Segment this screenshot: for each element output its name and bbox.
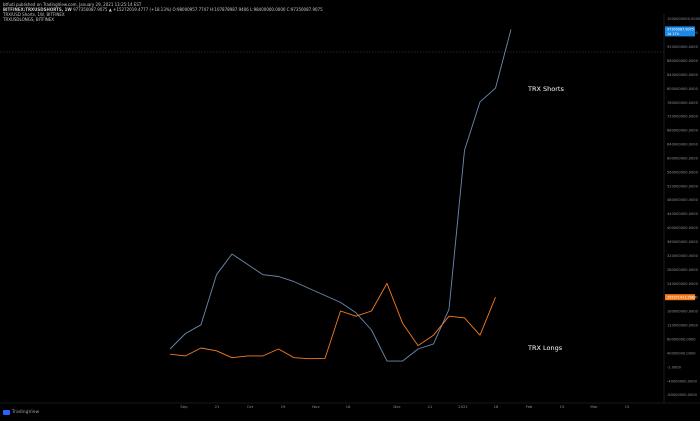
x-tick-label: Oct <box>247 404 254 409</box>
y-tick-label: 280000000.0000 <box>667 268 699 272</box>
x-tick-label: 16 <box>346 404 351 409</box>
y-tick-label: 80000000.0000 <box>667 338 696 342</box>
y-tick-label: 320000000.0000 <box>667 254 699 258</box>
x-tick-label: 21 <box>215 404 220 409</box>
x-tick-label: Dec <box>393 404 400 409</box>
longs-price-value: 195371411.9982 <box>667 295 696 299</box>
y-tick-label: 120000000.0000 <box>667 324 699 328</box>
y-tick-label: 600000000.0000 <box>667 157 699 161</box>
y-tick-label: 360000000.0000 <box>667 240 699 244</box>
price-chart[interactable]: 1000000000.0000960000000.0000920000000.0… <box>0 0 700 421</box>
price-tags: 97350087.90751d 17h 195371411.9982 <box>665 26 696 301</box>
series-line-longs <box>169 282 496 360</box>
x-tick-label: Mar <box>590 404 598 409</box>
y-tick-label: 480000000.0000 <box>667 198 699 202</box>
y-tick-label: -80000000.0000 <box>667 393 698 397</box>
shorts-price-countdown: 1d 17h <box>667 32 679 36</box>
y-tick-label: 800000000.0000 <box>667 87 699 91</box>
x-tick-label: Sep <box>180 404 188 409</box>
y-tick-label: 1000000000.0000 <box>667 17 700 21</box>
y-tick-label: 160000000.0000 <box>667 310 699 314</box>
x-tick-label: 2021 <box>458 404 468 409</box>
y-tick-label: 560000000.0000 <box>667 170 699 174</box>
y-tick-label: 640000000.0000 <box>667 143 699 147</box>
y-tick-label: -40000000.0000 <box>667 379 698 383</box>
shorts-price-value: 97350087.9075 <box>667 27 694 31</box>
x-tick-label: 21 <box>428 404 433 409</box>
y-tick-label: 920000000.0000 <box>667 45 699 49</box>
y-tick-label: 520000000.0000 <box>667 184 699 188</box>
y-tick-label: 720000000.0000 <box>667 115 699 119</box>
x-tick-label: 19 <box>281 404 286 409</box>
y-tick-label: 880000000.0000 <box>667 59 699 63</box>
x-tick-label: Feb <box>526 404 533 409</box>
y-tick-label: 680000000.0000 <box>667 129 699 133</box>
y-tick-label: 840000000.0000 <box>667 73 699 77</box>
x-tick-label: 15 <box>560 404 565 409</box>
x-tick-label: 18 <box>494 404 499 409</box>
y-tick-label: 400000000.0000 <box>667 226 699 230</box>
price-axis[interactable]: 1000000000.0000960000000.0000920000000.0… <box>667 17 700 397</box>
y-tick-label: 760000000.0000 <box>667 101 699 105</box>
tradingview-logo-icon <box>3 410 10 415</box>
brand-label: TradingView <box>12 410 40 415</box>
footer: TradingView <box>3 410 39 415</box>
x-tick-label: 15 <box>625 404 630 409</box>
y-tick-label: 40000000.0000 <box>667 351 696 355</box>
y-tick-label: 440000000.0000 <box>667 212 699 216</box>
series-layer <box>169 29 512 362</box>
time-axis[interactable]: Sep 21 Oct 19 Nov 16 Dec 21 2021 18 Feb 15 Mar 15 <box>180 404 630 409</box>
y-tick-label: -2.0000 <box>667 365 682 369</box>
y-tick-label: 240000000.0000 <box>667 282 699 286</box>
annotation-longs: TRX Longs <box>527 344 563 352</box>
annotation-shorts: TRX Shorts <box>527 85 564 93</box>
x-tick-label: Nov <box>312 404 320 409</box>
